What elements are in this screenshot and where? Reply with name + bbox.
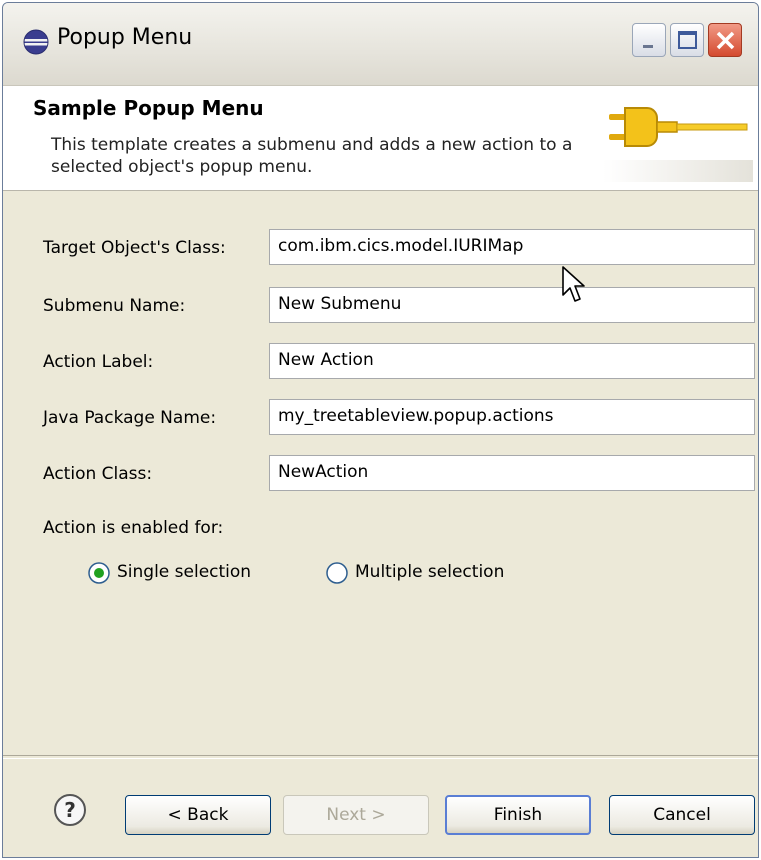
mouse-cursor-icon	[562, 266, 585, 302]
target-class-label: Target Object's Class:	[43, 238, 226, 258]
radio-unselected-icon	[326, 562, 348, 584]
minimize-button[interactable]	[632, 23, 666, 57]
java-package-label: Java Package Name:	[43, 408, 217, 428]
wizard-window: Popup Menu Sample Popup Menu This templa…	[2, 2, 759, 858]
enabled-for-label: Action is enabled for:	[43, 518, 224, 538]
banner-title: Sample Popup Menu	[33, 96, 264, 120]
action-class-label: Action Class:	[43, 464, 153, 484]
field-row-action-class: Action Class: NewAction	[3, 455, 758, 495]
maximize-button[interactable]	[670, 23, 704, 57]
maximize-icon	[678, 31, 697, 49]
plug-icon	[603, 107, 753, 182]
radio-selected-icon	[88, 562, 110, 584]
field-row-action-label: Action Label: New Action	[3, 343, 758, 383]
cancel-button[interactable]: Cancel	[609, 795, 755, 835]
minimize-icon	[643, 45, 653, 48]
next-button[interactable]: Next >	[283, 795, 429, 835]
svg-text:?: ?	[64, 798, 76, 822]
action-class-input[interactable]: NewAction	[269, 455, 755, 491]
button-bar-separator	[3, 755, 758, 759]
finish-button[interactable]: Finish	[445, 795, 591, 835]
help-icon[interactable]: ?	[53, 793, 87, 827]
action-label-input[interactable]: New Action	[269, 343, 755, 379]
java-package-input[interactable]: my_treetableview.popup.actions	[269, 399, 755, 435]
back-button[interactable]: < Back	[125, 795, 271, 835]
field-row-java-package: Java Package Name: my_treetableview.popu…	[3, 399, 758, 439]
single-selection-label: Single selection	[117, 562, 252, 582]
title-bar[interactable]: Popup Menu	[3, 3, 758, 86]
target-class-input[interactable]: com.ibm.cics.model.IURIMap	[269, 229, 755, 265]
field-row-target-class: Target Object's Class: com.ibm.cics.mode…	[3, 229, 758, 269]
banner-description: This template creates a submenu and adds…	[51, 135, 573, 177]
submenu-name-input[interactable]: New Submenu	[269, 287, 755, 323]
wizard-banner: Sample Popup Menu This template creates …	[3, 86, 758, 191]
eclipse-icon	[23, 29, 49, 55]
window-title: Popup Menu	[57, 25, 193, 50]
action-label-label: Action Label:	[43, 352, 154, 372]
close-icon	[716, 31, 735, 50]
close-button[interactable]	[708, 23, 742, 57]
multiple-selection-label: Multiple selection	[355, 562, 505, 582]
submenu-name-label: Submenu Name:	[43, 296, 186, 316]
field-row-submenu-name: Submenu Name: New Submenu	[3, 287, 758, 327]
